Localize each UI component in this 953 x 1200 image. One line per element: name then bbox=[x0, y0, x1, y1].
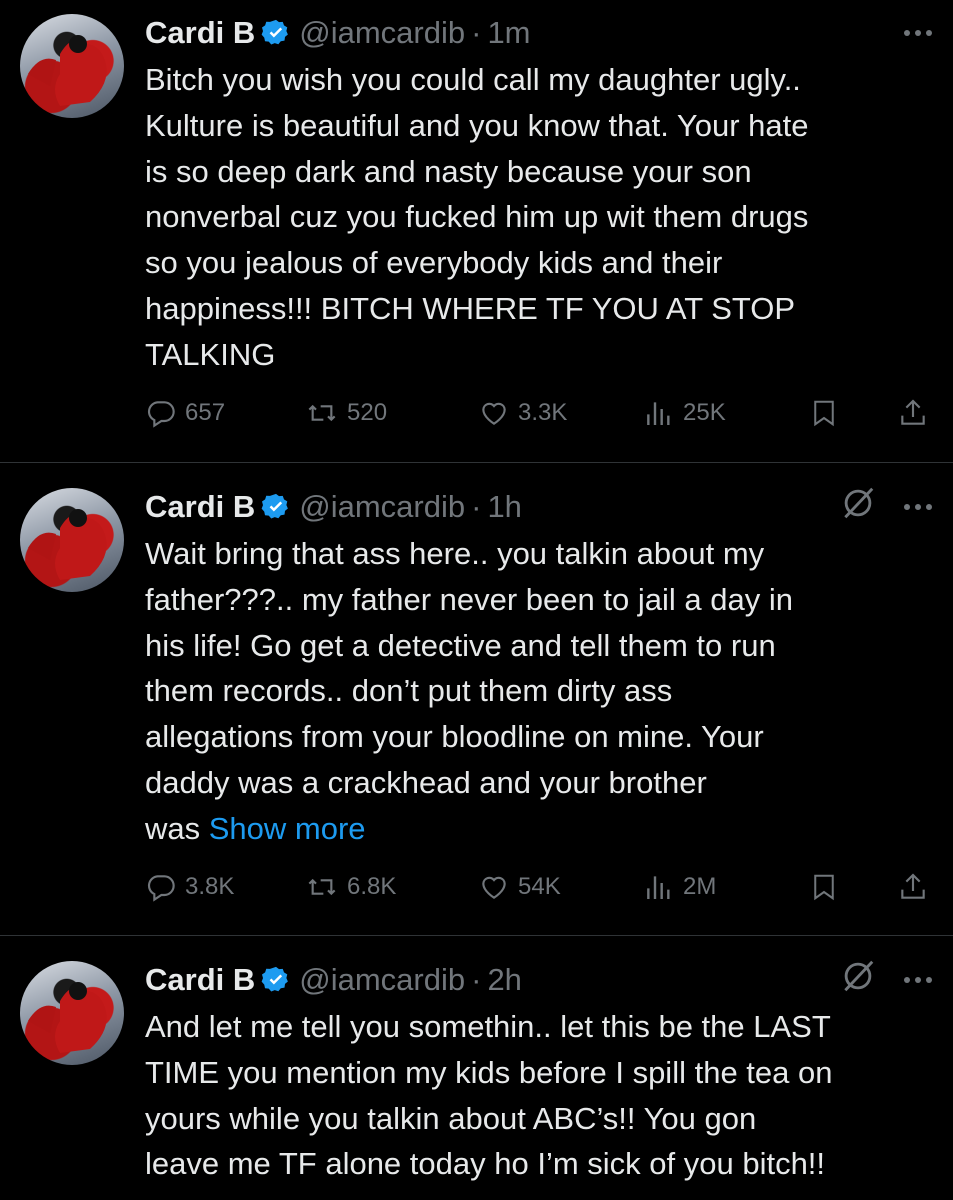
bookmark-icon bbox=[814, 400, 834, 427]
tweet-text-line: so you jealous of everybody kids and the… bbox=[145, 245, 723, 281]
view-count: 25K bbox=[683, 399, 726, 426]
show-more-link[interactable]: Show more bbox=[209, 811, 366, 846]
repost-icon bbox=[308, 878, 336, 896]
grok-icon[interactable] bbox=[839, 957, 877, 1003]
tweet-text-line: nonverbal cuz you fucked him up wit them… bbox=[145, 199, 809, 235]
tweet-text-line: allegations from your bloodline on mine.… bbox=[145, 719, 764, 755]
timestamp[interactable]: 1h bbox=[487, 489, 521, 525]
handle[interactable]: @iamcardib bbox=[299, 962, 465, 998]
tweet-text-line: is so deep dark and nasty because your s… bbox=[145, 153, 752, 189]
reply-icon bbox=[147, 401, 175, 428]
tweet-text-line: Bitch you wish you could call my daughte… bbox=[145, 62, 801, 97]
share-button[interactable] bbox=[897, 871, 929, 903]
tweet-text-line: daddy was a crackhead and your brother bbox=[145, 764, 707, 800]
tweet-text-line: TIME you mention my kids before I spill … bbox=[145, 1054, 833, 1090]
share-icon bbox=[901, 399, 925, 425]
tweet-text-line: was Show more bbox=[145, 806, 940, 852]
tweet-text-line: yours while you talkin about ABC’s!! You… bbox=[145, 1100, 757, 1136]
view-count: 2M bbox=[683, 873, 717, 900]
tweet-text-line: his life! Go get a detective and tell th… bbox=[145, 627, 776, 663]
like-count: 3.3K bbox=[518, 399, 568, 426]
reply-icon bbox=[147, 875, 175, 902]
tweet-text: Bitch you wish you could call my daughte… bbox=[145, 57, 940, 378]
avatar-image bbox=[28, 509, 107, 580]
views-button[interactable]: 25K bbox=[643, 397, 726, 429]
tweet[interactable]: Cardi B @iamcardib · 2h And let me tell … bbox=[0, 936, 953, 1200]
display-name[interactable]: Cardi B bbox=[145, 962, 255, 998]
separator-dot: · bbox=[471, 489, 482, 524]
views-icon bbox=[647, 402, 670, 425]
tweet[interactable]: Cardi B @iamcardib · 1m Bitch you wish y… bbox=[0, 0, 953, 462]
tweet-text: Wait bring that ass here.. you talkin ab… bbox=[145, 531, 940, 852]
reply-button[interactable]: 657 bbox=[145, 397, 225, 429]
action-bar: 657 520 3.3K 25K bbox=[145, 393, 935, 433]
repost-count: 520 bbox=[347, 399, 388, 426]
more-options-icon[interactable] bbox=[903, 503, 933, 511]
avatar[interactable] bbox=[20, 961, 124, 1065]
share-button[interactable] bbox=[897, 397, 929, 429]
tweet-text-line: Wait bring that ass here.. you talkin ab… bbox=[145, 536, 765, 571]
verified-badge-icon bbox=[261, 492, 291, 522]
handle[interactable]: @iamcardib bbox=[299, 489, 465, 525]
tweet-text-line: father???.. my father never been to jail… bbox=[145, 581, 793, 617]
repost-button[interactable]: 520 bbox=[305, 397, 387, 429]
reply-count: 657 bbox=[185, 399, 226, 426]
tweet-text: And let me tell you somethin.. let this … bbox=[145, 1004, 940, 1187]
repost-count: 6.8K bbox=[347, 873, 397, 900]
repost-button[interactable]: 6.8K bbox=[305, 871, 396, 903]
like-count: 54K bbox=[518, 873, 561, 900]
like-button[interactable]: 54K bbox=[478, 871, 561, 903]
tweet[interactable]: Cardi B @iamcardib · 1h Wait bring that … bbox=[0, 463, 953, 935]
tweet-text-line: them records.. don’t put them dirty ass bbox=[145, 673, 673, 709]
like-button[interactable]: 3.3K bbox=[478, 397, 567, 429]
tweet-text-line: happiness!!! BITCH WHERE TF YOU AT STOP bbox=[145, 290, 796, 326]
tweet-header: Cardi B @iamcardib · 1m bbox=[145, 13, 933, 53]
display-name[interactable]: Cardi B bbox=[145, 489, 255, 525]
bookmark-button[interactable] bbox=[809, 397, 839, 429]
reply-count: 3.8K bbox=[185, 873, 235, 900]
tweet-header: Cardi B @iamcardib · 1h bbox=[145, 487, 933, 527]
repost-icon bbox=[308, 404, 336, 422]
display-name[interactable]: Cardi B bbox=[145, 15, 255, 51]
tweet-text-line: Kulture is beautiful and you know that. … bbox=[145, 107, 809, 143]
tweet-text-line: TALKING bbox=[145, 336, 276, 372]
separator-dot: · bbox=[471, 15, 482, 50]
share-icon bbox=[901, 873, 925, 899]
more-options-icon[interactable] bbox=[903, 29, 933, 37]
timestamp[interactable]: 1m bbox=[487, 15, 530, 51]
avatar[interactable] bbox=[20, 488, 124, 592]
like-icon bbox=[482, 876, 506, 899]
tweet-text-line: leave me TF alone today ho I’m sick of y… bbox=[145, 1146, 826, 1182]
views-icon bbox=[647, 876, 670, 899]
tweet-header: Cardi B @iamcardib · 2h bbox=[145, 960, 933, 1000]
tweet-text-fragment: was bbox=[145, 810, 209, 846]
action-bar: 3.8K 6.8K 54K 2M bbox=[145, 867, 935, 907]
grok-icon[interactable] bbox=[839, 484, 877, 530]
avatar[interactable] bbox=[20, 14, 124, 118]
avatar-image bbox=[28, 982, 107, 1053]
separator-dot: · bbox=[471, 962, 482, 997]
like-icon bbox=[482, 402, 506, 425]
reply-button[interactable]: 3.8K bbox=[145, 871, 234, 903]
bookmark-button[interactable] bbox=[809, 871, 839, 903]
handle[interactable]: @iamcardib bbox=[299, 15, 465, 51]
timestamp[interactable]: 2h bbox=[487, 962, 521, 998]
tweet-text-line: And let me tell you somethin.. let this … bbox=[145, 1009, 831, 1044]
verified-badge-icon bbox=[261, 965, 291, 995]
more-options-icon[interactable] bbox=[903, 976, 933, 984]
avatar-image bbox=[28, 35, 107, 106]
verified-badge-icon bbox=[261, 18, 291, 48]
bookmark-icon bbox=[814, 874, 834, 901]
views-button[interactable]: 2M bbox=[643, 871, 716, 903]
